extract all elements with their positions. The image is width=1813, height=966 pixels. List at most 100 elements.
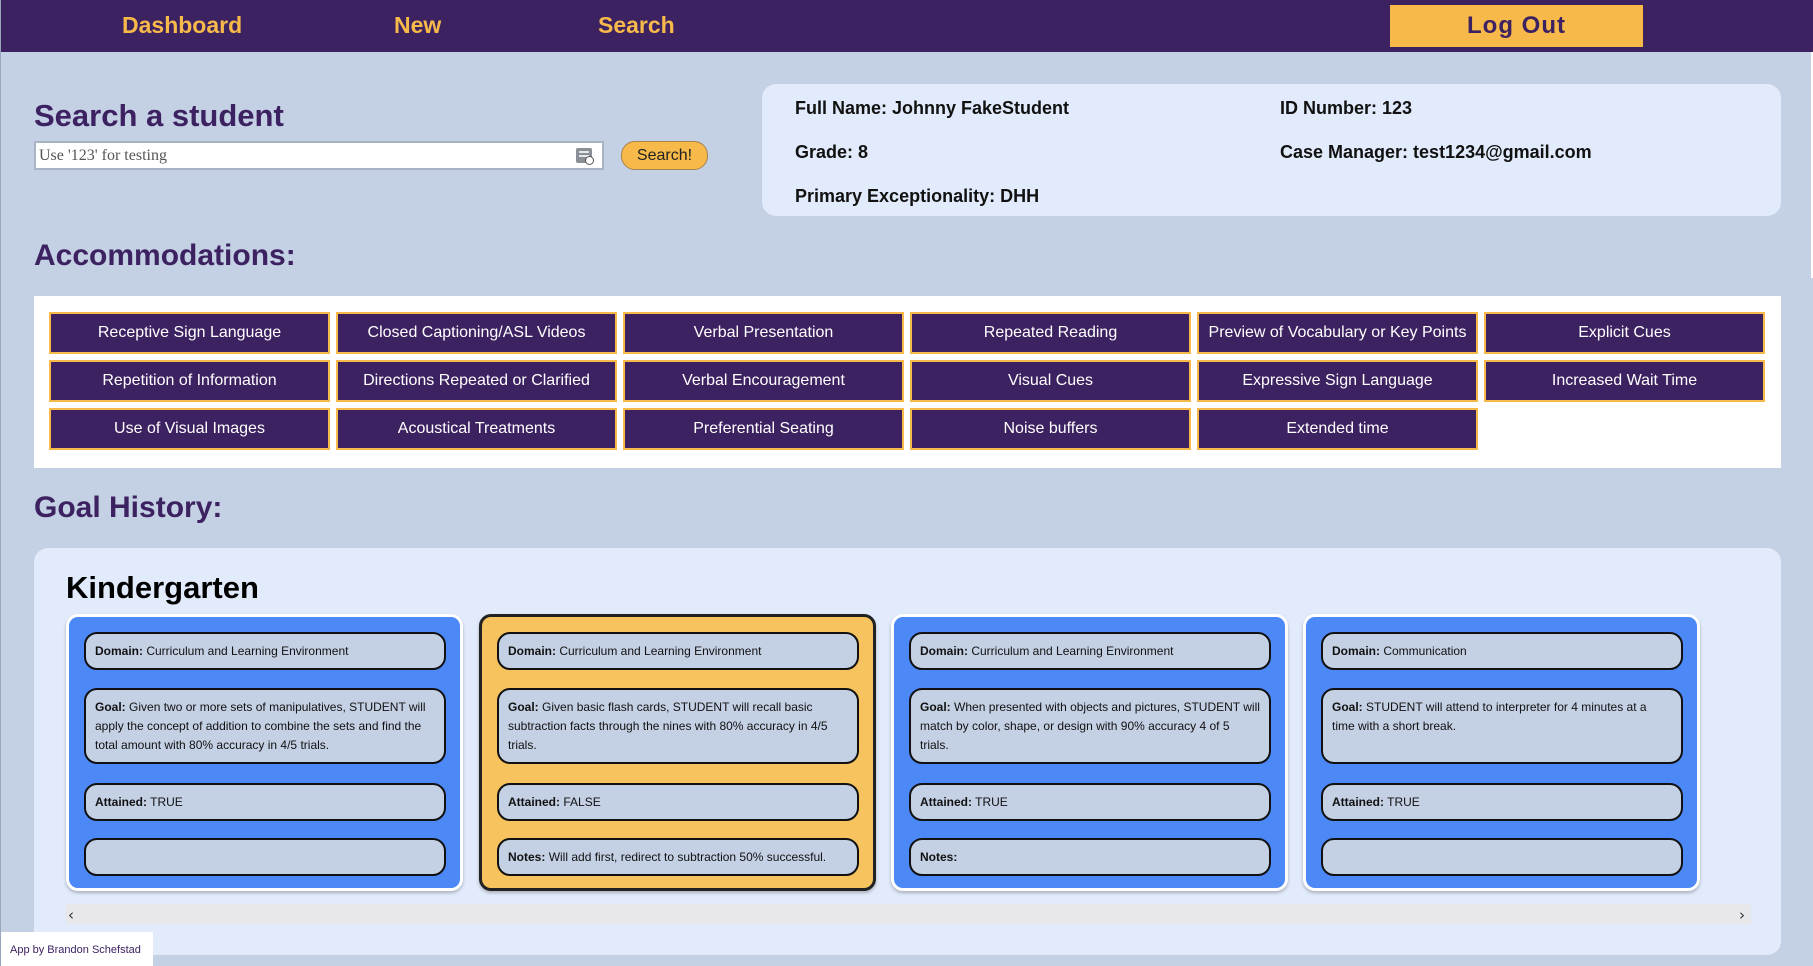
goal-notes-label: Notes: bbox=[508, 849, 546, 864]
student-case-manager: Case Manager: test1234@gmail.com bbox=[1280, 142, 1592, 162]
goal-domain: Domain: Communication bbox=[1321, 632, 1683, 670]
goal-domain: Domain: Curriculum and Learning Environm… bbox=[497, 632, 859, 670]
student-grade: Grade: 8 bbox=[795, 142, 869, 162]
accommodation-item[interactable]: Use of Visual Images bbox=[49, 408, 330, 450]
goal-attained-value: FALSE bbox=[563, 794, 601, 809]
accommodations-panel: Receptive Sign Language Closed Captioning… bbox=[34, 296, 1781, 468]
accommodation-item[interactable]: Directions Repeated or Clarified bbox=[336, 360, 617, 402]
nav-dashboard-link[interactable]: Dashboard bbox=[122, 12, 242, 39]
search-button[interactable]: Search! bbox=[621, 141, 708, 170]
goal-domain-text: Domain: Curriculum and Learning Environm… bbox=[920, 642, 1173, 661]
accommodation-item[interactable]: Explicit Cues bbox=[1484, 312, 1765, 354]
goal-text-label: Goal: bbox=[920, 700, 951, 714]
grade-level-title: Kindergarten bbox=[66, 570, 259, 605]
goal-attained-label: Attained: bbox=[920, 794, 972, 809]
accommodation-item[interactable]: Receptive Sign Language bbox=[49, 312, 330, 354]
goal-text: Goal: Given basic flash cards, STUDENT w… bbox=[497, 688, 859, 764]
goal-attained-text: Attained: FALSE bbox=[508, 793, 601, 812]
accommodation-item[interactable]: Verbal Presentation bbox=[623, 312, 904, 354]
goal-text-text: Goal: Given two or more sets of manipula… bbox=[95, 700, 426, 752]
goal-card: Domain: Curriculum and Learning Environm… bbox=[891, 614, 1288, 891]
goal-text: Goal: STUDENT will attend to interpreter… bbox=[1321, 688, 1683, 764]
goal-attained-text: Attained: TRUE bbox=[920, 793, 1008, 812]
accommodation-item[interactable]: Expressive Sign Language bbox=[1197, 360, 1478, 402]
accommodation-item[interactable]: Increased Wait Time bbox=[1484, 360, 1765, 402]
accommodation-item[interactable]: Preferential Seating bbox=[623, 408, 904, 450]
goal-domain-label: Domain: bbox=[920, 643, 968, 658]
accommodation-item[interactable]: Verbal Encouragement bbox=[623, 360, 904, 402]
goal-card: Domain: Curriculum and Learning Environm… bbox=[479, 614, 876, 891]
goal-attained: Attained: TRUE bbox=[84, 783, 446, 821]
goal-domain-text: Domain: Communication bbox=[1332, 642, 1467, 661]
goal-domain-label: Domain: bbox=[1332, 643, 1380, 658]
goal-domain-label: Domain: bbox=[508, 643, 556, 658]
accommodation-item[interactable]: Repetition of Information bbox=[49, 360, 330, 402]
accommodation-item[interactable]: Visual Cues bbox=[910, 360, 1191, 402]
goal-attained-label: Attained: bbox=[1332, 794, 1384, 809]
goal-notes-text: Notes: bbox=[920, 848, 957, 867]
goal-attained: Attained: TRUE bbox=[1321, 783, 1683, 821]
goal-domain-value: Curriculum and Learning Environment bbox=[971, 643, 1174, 658]
goal-domain-label: Domain: bbox=[95, 643, 143, 658]
goal-text-label: Goal: bbox=[95, 700, 126, 714]
goal-text-value: When presented with objects and pictures… bbox=[920, 700, 1260, 752]
goal-notes bbox=[84, 838, 446, 876]
goal-history-panel: Kindergarten Domain: Curriculum and Lear… bbox=[34, 548, 1781, 955]
accommodation-item[interactable]: Repeated Reading bbox=[910, 312, 1191, 354]
goal-history-title: Goal History: bbox=[34, 491, 223, 524]
keyboard-icon[interactable] bbox=[576, 148, 594, 165]
student-full-name: Full Name: Johnny FakeStudent bbox=[795, 98, 1070, 118]
goal-domain: Domain: Curriculum and Learning Environm… bbox=[909, 632, 1271, 670]
goal-attained-text: Attained: TRUE bbox=[95, 793, 183, 812]
goal-attained-text: Attained: TRUE bbox=[1332, 793, 1420, 812]
goal-attained: Attained: FALSE bbox=[497, 783, 859, 821]
accommodation-item[interactable]: Noise buffers bbox=[910, 408, 1191, 450]
student-info-card: Full Name: Johnny FakeStudent ID Number:… bbox=[762, 84, 1781, 216]
goal-notes: Notes: bbox=[909, 838, 1271, 876]
goal-text: Goal: When presented with objects and pi… bbox=[909, 688, 1271, 764]
chevron-right-icon[interactable]: › bbox=[1739, 906, 1745, 924]
goal-notes-text: Notes: Will add first, redirect to subtr… bbox=[508, 848, 826, 867]
goal-domain: Domain: Curriculum and Learning Environm… bbox=[84, 632, 446, 670]
goal-notes-value: Will add first, redirect to subtraction … bbox=[548, 849, 827, 864]
goal-text-text: Goal: STUDENT will attend to interpreter… bbox=[1332, 700, 1647, 733]
goal-text-value: Given basic flash cards, STUDENT will re… bbox=[508, 700, 828, 752]
goal-text-value: Given two or more sets of manipulatives,… bbox=[95, 700, 426, 752]
goal-domain-text: Domain: Curriculum and Learning Environm… bbox=[95, 642, 348, 661]
goal-card: Domain: Curriculum and Learning Environm… bbox=[66, 614, 463, 891]
goal-notes-label: Notes: bbox=[920, 849, 958, 864]
horizontal-scrollbar[interactable]: ‹ › bbox=[66, 904, 1751, 924]
goal-attained-label: Attained: bbox=[95, 794, 147, 809]
goal-text-label: Goal: bbox=[1332, 700, 1363, 714]
accommodation-item[interactable]: Closed Captioning/ASL Videos bbox=[336, 312, 617, 354]
accommodation-item[interactable]: Extended time bbox=[1197, 408, 1478, 450]
goal-attained-value: TRUE bbox=[150, 794, 183, 809]
goal-attained-value: TRUE bbox=[975, 794, 1008, 809]
goal-domain-text: Domain: Curriculum and Learning Environm… bbox=[508, 642, 761, 661]
accommodation-item[interactable]: Acoustical Treatments bbox=[336, 408, 617, 450]
goal-attained-label: Attained: bbox=[508, 794, 560, 809]
top-nav: Dashboard New Search Log Out bbox=[1, 0, 1813, 52]
student-id-number: ID Number: 123 bbox=[1280, 98, 1413, 118]
logout-button[interactable]: Log Out bbox=[1390, 5, 1643, 47]
goal-attained-value: TRUE bbox=[1387, 794, 1420, 809]
app-credit: App by Brandon Schefstad bbox=[1, 932, 153, 966]
goal-text-value: STUDENT will attend to interpreter for 4… bbox=[1332, 700, 1647, 733]
goal-attained: Attained: TRUE bbox=[909, 783, 1271, 821]
goal-text-text: Goal: When presented with objects and pi… bbox=[920, 700, 1260, 752]
goal-domain-value: Curriculum and Learning Environment bbox=[559, 643, 762, 658]
chevron-left-icon[interactable]: ‹ bbox=[68, 906, 74, 924]
goal-notes bbox=[1321, 838, 1683, 876]
goal-domain-value: Curriculum and Learning Environment bbox=[146, 643, 349, 658]
goal-notes: Notes: Will add first, redirect to subtr… bbox=[497, 838, 859, 876]
search-title: Search a student bbox=[34, 98, 284, 133]
search-field bbox=[34, 141, 604, 170]
goal-card: Domain: Communication Goal: STUDENT will … bbox=[1303, 614, 1700, 891]
nav-new-link[interactable]: New bbox=[394, 12, 441, 39]
nav-search-link[interactable]: Search bbox=[598, 12, 675, 39]
accommodations-title: Accommodations: bbox=[34, 239, 296, 272]
goal-domain-value: Communication bbox=[1383, 643, 1467, 658]
accommodation-item[interactable]: Preview of Vocabulary or Key Points bbox=[1197, 312, 1478, 354]
search-input[interactable] bbox=[39, 145, 559, 167]
goal-text-label: Goal: bbox=[508, 700, 539, 714]
